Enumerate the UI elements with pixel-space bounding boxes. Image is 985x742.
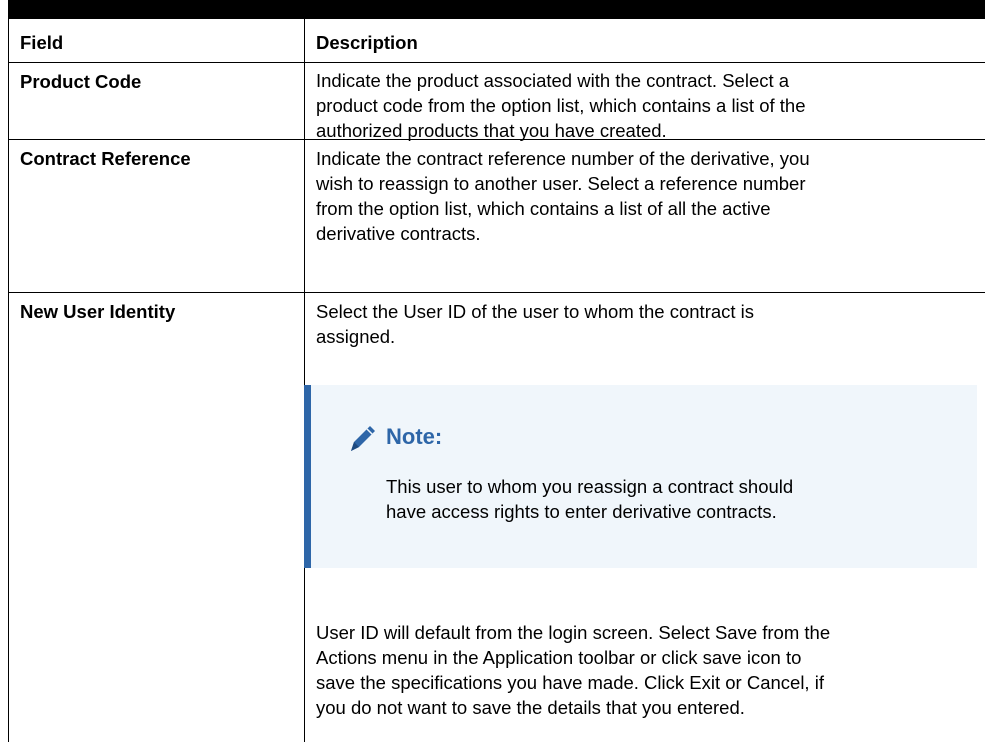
pencil-icon — [347, 422, 379, 454]
field-name-product-code: Product Code — [20, 71, 142, 92]
header-divider — [8, 62, 985, 63]
table-border-left — [8, 19, 9, 742]
field-description-table: Field Description Product Code Indicate … — [8, 19, 985, 742]
field-name-new-user-identity: New User Identity — [20, 301, 176, 322]
note-callout: Note: This user to whom you reassign a c… — [304, 385, 977, 568]
description-contract-reference: Indicate the contract reference number o… — [316, 148, 810, 244]
description-new-user-identity-continued: User ID will default from the login scre… — [316, 622, 831, 718]
description-new-user-identity: Select the User ID of the user to whom t… — [316, 301, 755, 347]
table-column-divider — [304, 19, 305, 742]
top-rule — [8, 0, 985, 19]
column-header-field: Field — [20, 32, 64, 53]
row-divider — [8, 292, 985, 293]
column-header-description: Description — [316, 32, 418, 53]
description-product-code: Indicate the product associated with the… — [316, 70, 806, 141]
note-body: This user to whom you reassign a contrac… — [386, 476, 794, 522]
note-title: Note: — [386, 424, 443, 449]
field-name-contract-reference: Contract Reference — [20, 148, 191, 169]
